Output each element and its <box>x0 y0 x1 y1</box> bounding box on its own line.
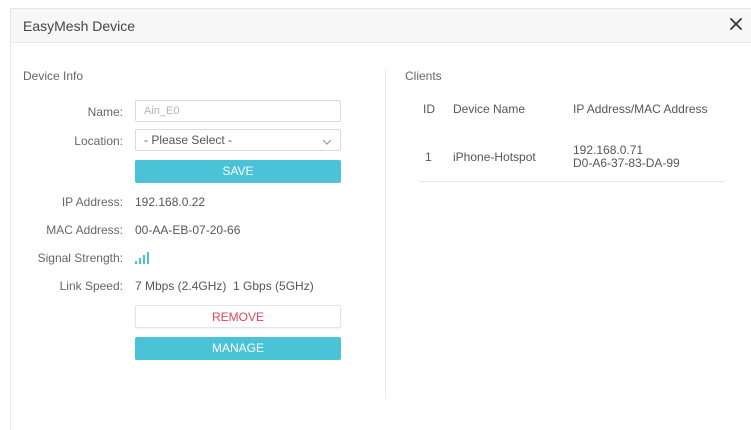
column-divider <box>385 69 386 399</box>
ip-address-label: IP Address: <box>61 195 123 209</box>
easymesh-dialog: EasyMesh Device Device Info Name: Locati… <box>10 8 751 430</box>
column-header-device-name: Device Name <box>453 102 526 116</box>
location-select[interactable]: - Please Select - <box>135 129 341 151</box>
column-header-ip-mac: IP Address/MAC Address <box>573 102 708 116</box>
ip-address-value: 192.168.0.22 <box>135 195 206 209</box>
location-label: Location: <box>74 134 123 148</box>
save-button[interactable]: SAVE <box>135 160 341 183</box>
dialog-title: EasyMesh Device <box>23 18 136 34</box>
signal-strength-label: Signal Strength: <box>37 251 123 265</box>
close-icon[interactable] <box>725 13 747 35</box>
signal-strength-icon <box>135 251 151 264</box>
client-ip: 192.168.0.71 <box>573 143 644 157</box>
table-row-separator <box>419 181 725 182</box>
mac-address-label: MAC Address: <box>46 223 123 237</box>
column-header-id: ID <box>423 102 435 116</box>
clients-heading: Clients <box>405 69 442 83</box>
name-input[interactable] <box>135 100 341 122</box>
client-id: 1 <box>425 150 432 164</box>
client-mac: D0-A6-37-83-DA-99 <box>573 156 680 170</box>
mac-address-value: 00-AA-EB-07-20-66 <box>135 223 241 237</box>
device-info-heading: Device Info <box>23 69 84 83</box>
name-label: Name: <box>87 105 123 119</box>
link-speed-label: Link Speed: <box>59 279 123 293</box>
location-selected-value: - Please Select - <box>144 133 233 147</box>
manage-button[interactable]: MANAGE <box>135 337 341 360</box>
client-device-name: iPhone-Hotspot <box>453 150 536 164</box>
link-speed-value: 7 Mbps (2.4GHz) 1 Gbps (5GHz) <box>135 279 314 293</box>
dialog-header: EasyMesh Device <box>11 9 751 43</box>
remove-button[interactable]: REMOVE <box>135 305 341 328</box>
chevron-down-icon <box>322 135 332 149</box>
